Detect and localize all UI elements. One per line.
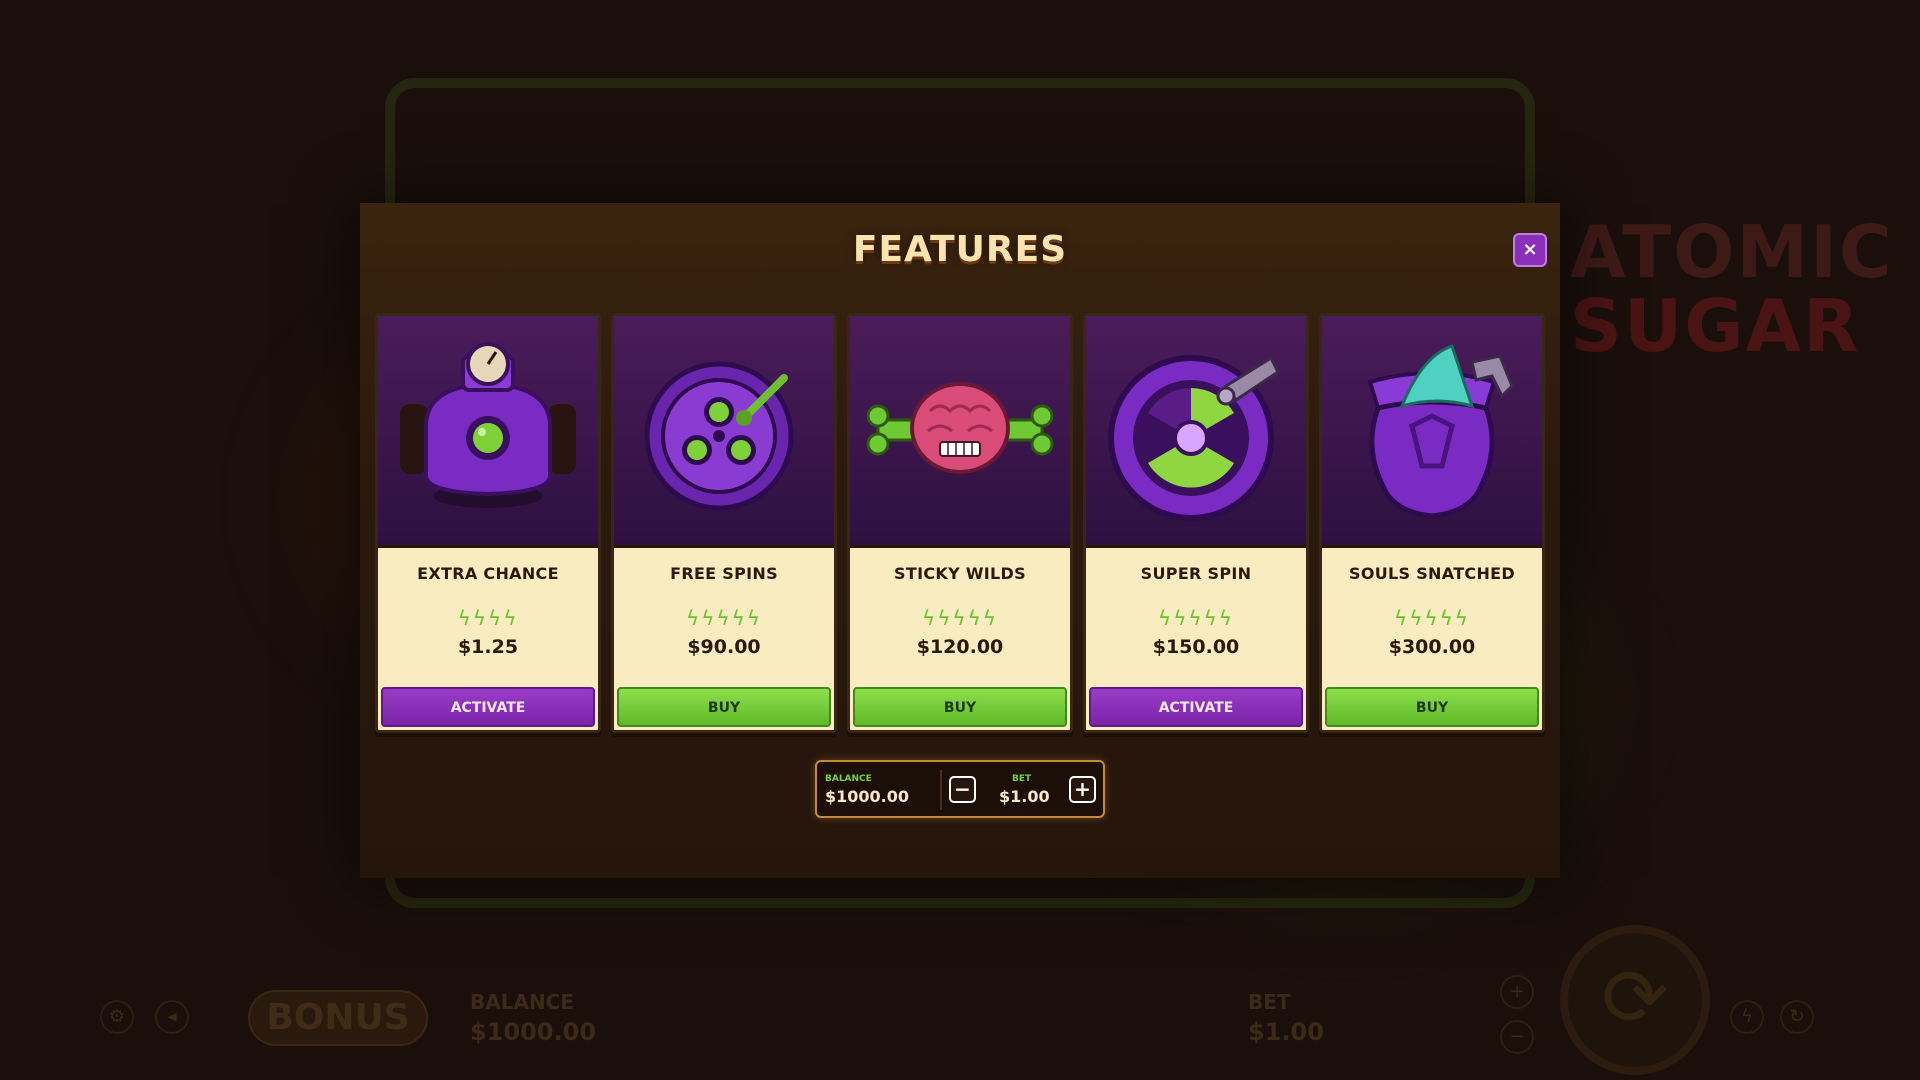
close-button[interactable]: ×: [1513, 233, 1547, 267]
feature-price: $1.25: [457, 636, 519, 658]
plus-icon: +: [1074, 777, 1091, 801]
spin-wheel-icon: [614, 316, 834, 548]
bet-bar: BALANCE $1000.00 − BET $1.00 +: [815, 760, 1105, 818]
feature-name: SUPER SPIN: [1140, 564, 1252, 583]
autoplay-icon[interactable]: ↻: [1780, 1000, 1814, 1034]
logo-line-2: SUGAR: [1570, 284, 1861, 368]
bg-balance-label: BALANCE: [470, 990, 575, 1014]
soul-urn-icon: [1322, 316, 1542, 548]
bolt-rating-icon: ϟϟϟϟϟ: [1158, 606, 1234, 630]
divider: [940, 770, 942, 810]
turbo-icon[interactable]: ϟ: [1730, 1000, 1764, 1034]
spin-button[interactable]: ⟳: [1560, 925, 1710, 1075]
buy-button[interactable]: BUY: [853, 687, 1067, 727]
feature-price: $300.00: [1388, 636, 1476, 658]
activate-button[interactable]: ACTIVATE: [381, 687, 595, 727]
game-logo: ATOMIC SUGAR: [1570, 210, 1894, 368]
logo-line-1: ATOMIC: [1570, 210, 1894, 294]
activate-button[interactable]: ACTIVATE: [1089, 687, 1303, 727]
bet-increase-button[interactable]: +: [1069, 776, 1096, 803]
bolt-rating-icon: ϟϟϟϟϟ: [686, 606, 762, 630]
bg-balance-value: $1000.00: [470, 1018, 597, 1046]
close-icon: ×: [1522, 239, 1538, 260]
feature-card-sticky-wilds: STICKY WILDS ϟϟϟϟϟ $120.00 BUY: [847, 313, 1073, 733]
settings-icon[interactable]: ⚙: [100, 1000, 134, 1034]
balance-value: $1000.00: [825, 787, 910, 806]
bet-value: $1.00: [999, 787, 1050, 806]
feature-card-extra-chance: EXTRA CHANCE ϟϟϟϟ $1.25 ACTIVATE: [375, 313, 601, 733]
bolt-rating-icon: ϟϟϟϟϟ: [1394, 606, 1470, 630]
bet-label: BET: [1012, 774, 1032, 784]
bolt-rating-icon: ϟϟϟϟ: [457, 606, 519, 630]
feature-card-souls-snatched: SOULS SNATCHED ϟϟϟϟϟ $300.00 BUY: [1319, 313, 1545, 733]
feature-price: $120.00: [916, 636, 1004, 658]
buy-button[interactable]: BUY: [1325, 687, 1539, 727]
buy-button[interactable]: BUY: [617, 687, 831, 727]
modal-title: FEATURES: [852, 229, 1068, 270]
bonus-button[interactable]: BONUS: [248, 990, 428, 1046]
bg-bet-label: BET: [1248, 990, 1291, 1014]
radiation-wheel-icon: [1086, 316, 1306, 548]
feature-price: $150.00: [1152, 636, 1240, 658]
features-modal: FEATURES × EXTRA CHANCE ϟϟϟϟ $1.25 ACTIV…: [360, 203, 1560, 878]
feature-cards: EXTRA CHANCE ϟϟϟϟ $1.25 ACTIVATE FREE SP: [375, 313, 1545, 733]
feature-name: EXTRA CHANCE: [417, 564, 559, 583]
feature-name: FREE SPINS: [670, 564, 778, 583]
brain-icon: [850, 316, 1070, 548]
balance-label: BALANCE: [825, 774, 872, 784]
minus-icon: −: [954, 777, 971, 801]
bet-decrease-button[interactable]: −: [949, 776, 976, 803]
bg-bet-value: $1.00: [1248, 1018, 1324, 1046]
feature-card-super-spin: SUPER SPIN ϟϟϟϟϟ $150.00 ACTIVATE: [1083, 313, 1309, 733]
sound-icon[interactable]: ◂: [155, 1000, 189, 1034]
feature-name: SOULS SNATCHED: [1349, 564, 1515, 583]
bet-down-icon[interactable]: −: [1500, 1020, 1534, 1054]
feature-name: STICKY WILDS: [894, 564, 1026, 583]
feature-card-free-spins: FREE SPINS ϟϟϟϟϟ $90.00 BUY: [611, 313, 837, 733]
feature-price: $90.00: [687, 636, 761, 658]
bolt-rating-icon: ϟϟϟϟϟ: [922, 606, 998, 630]
bomb-device-icon: [378, 316, 598, 548]
bet-up-icon[interactable]: +: [1500, 975, 1534, 1009]
